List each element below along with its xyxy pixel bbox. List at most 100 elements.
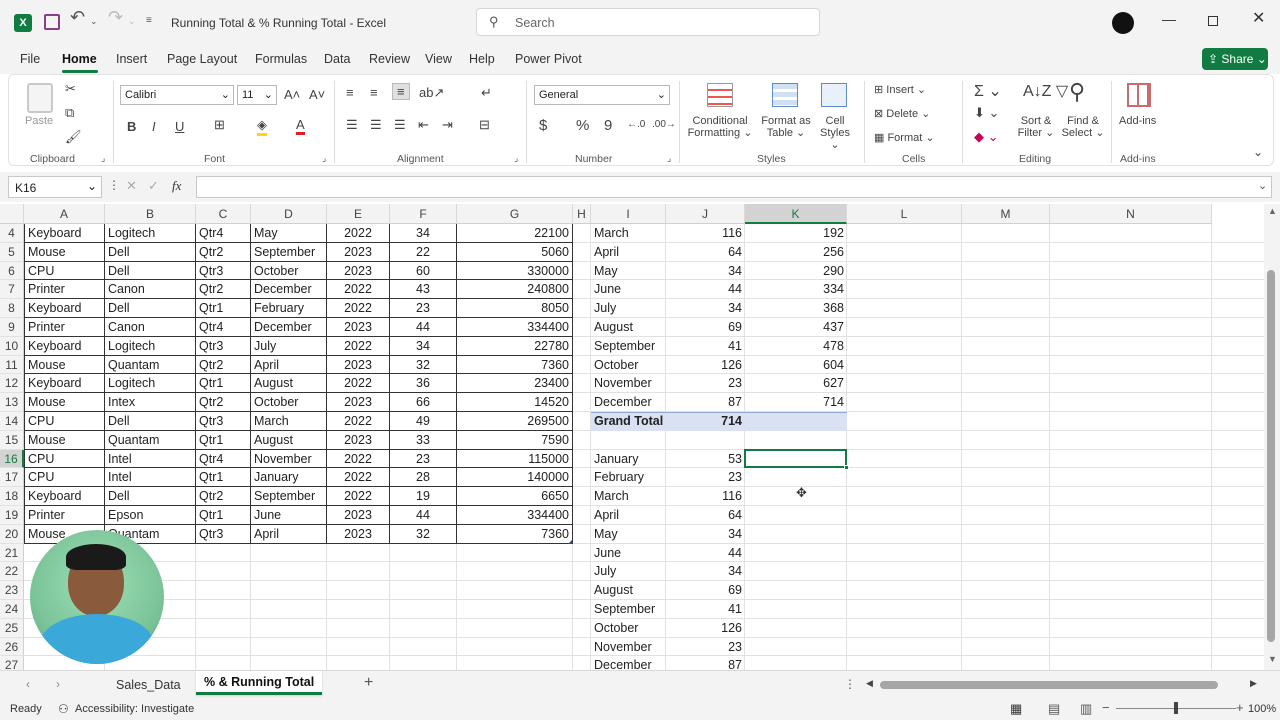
- autosum-icon[interactable]: Σ ⌄: [974, 81, 1002, 101]
- grand-total-label[interactable]: Grand Total: [591, 412, 666, 431]
- table-cell[interactable]: 334400: [457, 506, 573, 525]
- table-cell[interactable]: Dell: [105, 261, 196, 281]
- table-cell[interactable]: 19: [390, 487, 457, 506]
- table-cell[interactable]: Qtr3: [196, 261, 251, 281]
- pivot-value[interactable]: 116: [666, 487, 745, 506]
- row-header[interactable]: 13: [0, 393, 24, 412]
- pivot-value[interactable]: 44: [666, 280, 745, 299]
- pivot-value[interactable]: 23: [666, 468, 745, 487]
- table-cell[interactable]: 7360: [457, 355, 573, 375]
- table-cell[interactable]: 14520: [457, 393, 573, 412]
- table-cell[interactable]: Dell: [105, 412, 196, 431]
- running-total-value[interactable]: 290: [745, 262, 847, 281]
- row-header[interactable]: 7: [0, 280, 24, 300]
- table-cell[interactable]: 2022: [327, 412, 390, 431]
- pivot-value[interactable]: 64: [666, 506, 745, 525]
- pivot-row-label[interactable]: March: [591, 487, 666, 506]
- italic-button[interactable]: I: [152, 119, 156, 134]
- table-cell[interactable]: Qtr4: [196, 318, 251, 337]
- table-cell[interactable]: 44: [390, 318, 457, 337]
- decrease-indent-icon[interactable]: ⇤: [418, 117, 429, 133]
- table-cell[interactable]: Quantam: [105, 430, 196, 450]
- table-cell[interactable]: Qtr1: [196, 506, 251, 525]
- page-break-view-icon[interactable]: ▥: [1080, 701, 1092, 717]
- table-cell[interactable]: 22: [390, 242, 457, 262]
- pivot-row-label[interactable]: July: [591, 299, 666, 318]
- table-cell[interactable]: Keyboard: [24, 299, 105, 318]
- table-cell[interactable]: CPU: [24, 468, 105, 488]
- tab-power-pivot[interactable]: Power Pivot: [515, 52, 582, 66]
- undo-icon[interactable]: ↶: [70, 8, 85, 26]
- table-cell[interactable]: Logitech: [105, 224, 196, 243]
- redo-icon[interactable]: ↷: [108, 8, 123, 26]
- shrink-font-icon[interactable]: A˅: [309, 87, 325, 102]
- table-cell[interactable]: CPU: [24, 449, 105, 469]
- name-box[interactable]: K16 ⌄: [8, 176, 102, 198]
- conditional-formatting-icon[interactable]: [707, 83, 733, 107]
- row-header[interactable]: 22: [0, 562, 24, 582]
- table-cell[interactable]: Logitech: [105, 336, 196, 356]
- table-cell[interactable]: 34: [390, 224, 457, 243]
- font-color-icon[interactable]: A: [296, 117, 305, 135]
- running-total-value[interactable]: 192: [745, 224, 847, 243]
- pivot-row-label[interactable]: July: [591, 562, 666, 581]
- table-cell[interactable]: Dell: [105, 299, 196, 318]
- collapse-ribbon-icon[interactable]: ⌄: [1253, 145, 1263, 159]
- row-header[interactable]: 14: [0, 412, 24, 431]
- column-header[interactable]: M: [962, 204, 1050, 224]
- table-cell[interactable]: 2023: [327, 393, 390, 412]
- normal-view-icon[interactable]: ▦: [1010, 701, 1022, 717]
- fill-color-icon[interactable]: ◈: [257, 117, 267, 136]
- table-cell[interactable]: September: [251, 242, 327, 262]
- cut-icon[interactable]: ✂: [65, 81, 76, 97]
- table-cell[interactable]: Qtr3: [196, 412, 251, 431]
- table-resize-handle[interactable]: [568, 539, 572, 544]
- table-cell[interactable]: Qtr2: [196, 487, 251, 506]
- pivot-row-label[interactable]: October: [591, 356, 666, 375]
- tab-review[interactable]: Review: [369, 52, 410, 66]
- table-cell[interactable]: Qtr2: [196, 355, 251, 375]
- grand-total-value[interactable]: 714: [666, 412, 745, 431]
- number-format-dropdown[interactable]: General ⌄: [534, 85, 670, 105]
- table-cell[interactable]: April: [251, 524, 327, 544]
- dialog-launcher-icon[interactable]: ⌟: [514, 153, 518, 164]
- zoom-level[interactable]: 100%: [1248, 703, 1276, 715]
- table-cell[interactable]: 2022: [327, 449, 390, 469]
- table-cell[interactable]: Mouse: [24, 242, 105, 262]
- accessibility-status[interactable]: Accessibility: Investigate: [75, 703, 194, 715]
- page-layout-view-icon[interactable]: ▤: [1048, 701, 1060, 717]
- table-cell[interactable]: Dell: [105, 487, 196, 506]
- table-cell[interactable]: Printer: [24, 280, 105, 300]
- find-select-icon[interactable]: ⚲: [1069, 79, 1085, 105]
- next-sheet-icon[interactable]: ›: [56, 677, 60, 691]
- running-total-value[interactable]: 714: [745, 393, 847, 412]
- table-cell[interactable]: 140000: [457, 468, 573, 488]
- column-header[interactable]: N: [1050, 204, 1212, 224]
- table-cell[interactable]: April: [251, 355, 327, 375]
- pivot-row-label[interactable]: June: [591, 544, 666, 563]
- table-cell[interactable]: 240800: [457, 280, 573, 300]
- formula-input[interactable]: [196, 176, 1272, 198]
- column-header[interactable]: I: [591, 204, 666, 224]
- table-cell[interactable]: Qtr2: [196, 280, 251, 300]
- pivot-value[interactable]: 126: [666, 356, 745, 375]
- table-cell[interactable]: 23: [390, 299, 457, 318]
- increase-decimal-icon[interactable]: ←.0: [627, 119, 645, 130]
- running-total-value[interactable]: 627: [745, 374, 847, 393]
- sort-filter-button[interactable]: Sort & Filter ⌄: [1013, 115, 1059, 139]
- pivot-row-label[interactable]: April: [591, 506, 666, 525]
- sheet-tab-sales-data[interactable]: Sales_Data: [116, 678, 181, 692]
- pivot-value[interactable]: 53: [666, 450, 745, 469]
- table-cell[interactable]: 334400: [457, 318, 573, 337]
- search-box[interactable]: ⚲ Search: [476, 8, 820, 36]
- table-cell[interactable]: Keyboard: [24, 336, 105, 356]
- zoom-slider-thumb[interactable]: [1174, 702, 1178, 714]
- table-cell[interactable]: 2022: [327, 299, 390, 318]
- orientation-icon[interactable]: ab↗: [419, 85, 444, 101]
- table-cell[interactable]: Keyboard: [24, 487, 105, 506]
- pivot-value[interactable]: 126: [666, 619, 745, 638]
- row-header[interactable]: 8: [0, 299, 24, 318]
- scroll-left-icon[interactable]: ◀: [866, 678, 873, 689]
- column-header[interactable]: H: [573, 204, 591, 224]
- pivot-value[interactable]: 64: [666, 243, 745, 262]
